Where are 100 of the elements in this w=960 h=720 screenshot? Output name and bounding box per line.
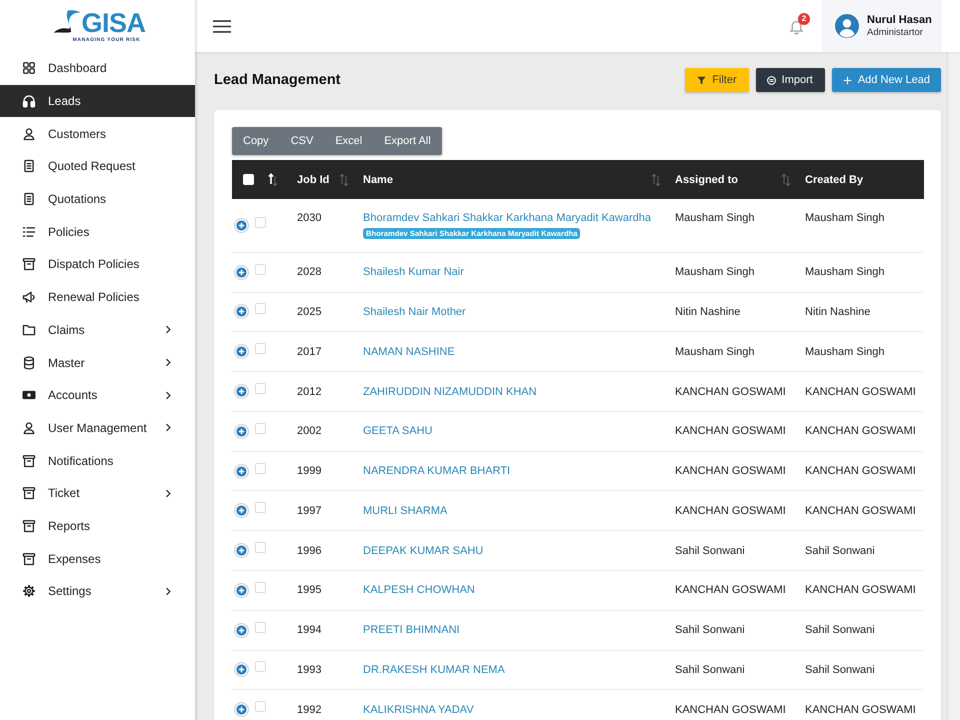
lead-name-link[interactable]: Shailesh Kumar Nair: [363, 265, 464, 280]
column-header[interactable]: Created By: [805, 174, 864, 186]
row-checkbox[interactable]: [255, 216, 266, 228]
row-checkbox[interactable]: [255, 622, 266, 633]
sidebar-item[interactable]: Customers: [0, 117, 195, 150]
created-by-cell: Sahil Sonwani: [805, 662, 875, 677]
menu-icon[interactable]: [213, 20, 231, 32]
export-button[interactable]: Copy: [232, 127, 280, 155]
sidebar-item[interactable]: Quoted Request: [0, 150, 195, 183]
lead-name-link[interactable]: PREETI BHIMNANI: [363, 623, 460, 638]
logo-text: GISA: [81, 8, 146, 36]
plus-circle-icon[interactable]: [234, 424, 249, 439]
created-by-cell: KANCHAN GOSWAMI: [805, 583, 916, 598]
created-by-cell: Sahil Sonwani: [805, 623, 875, 638]
lead-name-link[interactable]: DR.RAKESH KUMAR NEMA: [363, 662, 505, 677]
plus-circle-icon[interactable]: [234, 702, 249, 718]
row-checkbox[interactable]: [255, 343, 266, 354]
sidebar-item[interactable]: User Management: [0, 412, 195, 444]
export-button[interactable]: CSV: [280, 127, 324, 155]
plus-circle-icon[interactable]: [234, 662, 249, 678]
plus-circle-icon[interactable]: [234, 264, 249, 280]
export-button[interactable]: Excel: [324, 127, 374, 155]
column-header[interactable]: Job Id: [297, 174, 330, 186]
sidebar-item[interactable]: Policies: [0, 215, 195, 248]
user-panel[interactable]: Nurul Hasan Administartor: [822, 0, 942, 52]
row-checkbox[interactable]: [255, 303, 266, 314]
plus-circle-icon[interactable]: [234, 304, 249, 320]
filter-button[interactable]: Filter: [685, 68, 749, 92]
select-all-checkbox[interactable]: [243, 174, 254, 185]
equals-circle-icon: [766, 76, 776, 84]
sidebar-item[interactable]: Quotations: [0, 182, 195, 216]
created-by-cell: Mausham Singh: [805, 211, 884, 226]
assigned-to-cell: KANCHAN GOSWAMI: [675, 583, 786, 598]
plus-circle-icon[interactable]: [234, 543, 249, 558]
sidebar-item[interactable]: Reports: [0, 510, 195, 542]
sidebar-item[interactable]: Notifications: [0, 444, 195, 477]
sidebar-item[interactable]: Dashboard: [0, 52, 195, 85]
row-checkbox[interactable]: [255, 462, 266, 474]
column-header[interactable]: Assigned to: [675, 174, 738, 186]
export-button[interactable]: Export All: [373, 127, 442, 155]
job-id-cell: 2025: [297, 304, 322, 319]
row-checkbox[interactable]: [255, 701, 266, 712]
row-checkbox[interactable]: [255, 383, 266, 394]
database-icon: [22, 356, 36, 370]
sidebar-item[interactable]: Dispatch Policies: [0, 248, 195, 281]
plus-circle-icon[interactable]: [234, 622, 249, 638]
person-icon: [22, 126, 36, 141]
folder-icon: [22, 322, 36, 337]
plus-circle-icon[interactable]: [234, 582, 249, 598]
archive-box-icon: [22, 454, 36, 468]
row-checkbox[interactable]: [255, 264, 266, 275]
logo-swoosh-icon: [53, 8, 82, 34]
page-title: Lead Management: [214, 72, 340, 88]
job-id-cell: 2030: [297, 211, 322, 226]
sidebar-item[interactable]: Renewal Policies: [0, 280, 195, 314]
sidebar-item[interactable]: Leads: [0, 84, 195, 118]
job-id-cell: 1999: [297, 464, 322, 478]
created-by-cell: Mausham Singh: [805, 344, 884, 359]
lead-name-link[interactable]: NAMAN NASHINE: [363, 344, 455, 359]
row-checkbox[interactable]: [255, 661, 266, 672]
scrollbar[interactable]: [947, 52, 960, 720]
assigned-to-cell: Mausham Singh: [675, 344, 754, 359]
import-button[interactable]: Import: [756, 68, 825, 92]
archive-box-icon: [22, 518, 36, 533]
plus-circle-icon[interactable]: [234, 218, 249, 233]
lead-name-link[interactable]: DEEPAK KUMAR SAHU: [363, 544, 484, 558]
plus-circle-icon[interactable]: [234, 344, 249, 360]
lead-name-link[interactable]: GEETA SAHU: [363, 424, 432, 438]
sidebar-item[interactable]: Expenses: [0, 542, 195, 575]
sidebar-item[interactable]: Master: [0, 346, 195, 379]
row-checkbox[interactable]: [255, 582, 266, 593]
assigned-to-cell: Sahil Sonwani: [675, 662, 745, 677]
plus-circle-icon[interactable]: [234, 503, 249, 518]
column-header[interactable]: Name: [363, 174, 393, 186]
lead-name-link[interactable]: ZAHIRUDDIN NIZAMUDDIN KHAN: [363, 384, 537, 399]
row-checkbox[interactable]: [255, 502, 266, 514]
sort-icon[interactable]: [268, 172, 278, 186]
lead-name-link[interactable]: Bhoramdev Sahkari Shakkar Karkhana Maryadit Kawardha: [363, 211, 651, 226]
lead-name-link[interactable]: MURLI SHARMA: [363, 504, 448, 518]
row-checkbox[interactable]: [255, 422, 266, 434]
sidebar-item[interactable]: Settings: [0, 575, 195, 608]
plus-circle-icon[interactable]: [234, 464, 249, 479]
lead-name-link[interactable]: Shailesh Nair Mother: [363, 304, 466, 319]
sidebar-item[interactable]: Accounts: [0, 378, 195, 412]
add-new-lead-button[interactable]: Add New Lead: [832, 68, 941, 92]
row-checkbox[interactable]: [255, 542, 266, 554]
plus-circle-icon[interactable]: [234, 384, 249, 400]
sidebar-item[interactable]: Ticket: [0, 476, 195, 510]
assigned-to-cell: KANCHAN GOSWAMI: [675, 702, 786, 717]
assigned-to-cell: Sahil Sonwani: [675, 544, 745, 558]
user-name: Nurul Hasan: [867, 14, 932, 26]
lead-name-link[interactable]: KALIKRISHNA YADAV: [363, 702, 474, 717]
avatar-icon: [835, 14, 859, 38]
created-by-cell: Mausham Singh: [805, 265, 884, 280]
notification-count-badge: 2: [798, 12, 810, 24]
funnel-icon: [697, 76, 706, 84]
sidebar-item[interactable]: Claims: [0, 314, 195, 346]
created-by-cell: Sahil Sonwani: [805, 544, 875, 558]
lead-name-link[interactable]: KALPESH CHOWHAN: [363, 583, 475, 598]
lead-name-link[interactable]: NARENDRA KUMAR BHARTI: [363, 464, 510, 478]
